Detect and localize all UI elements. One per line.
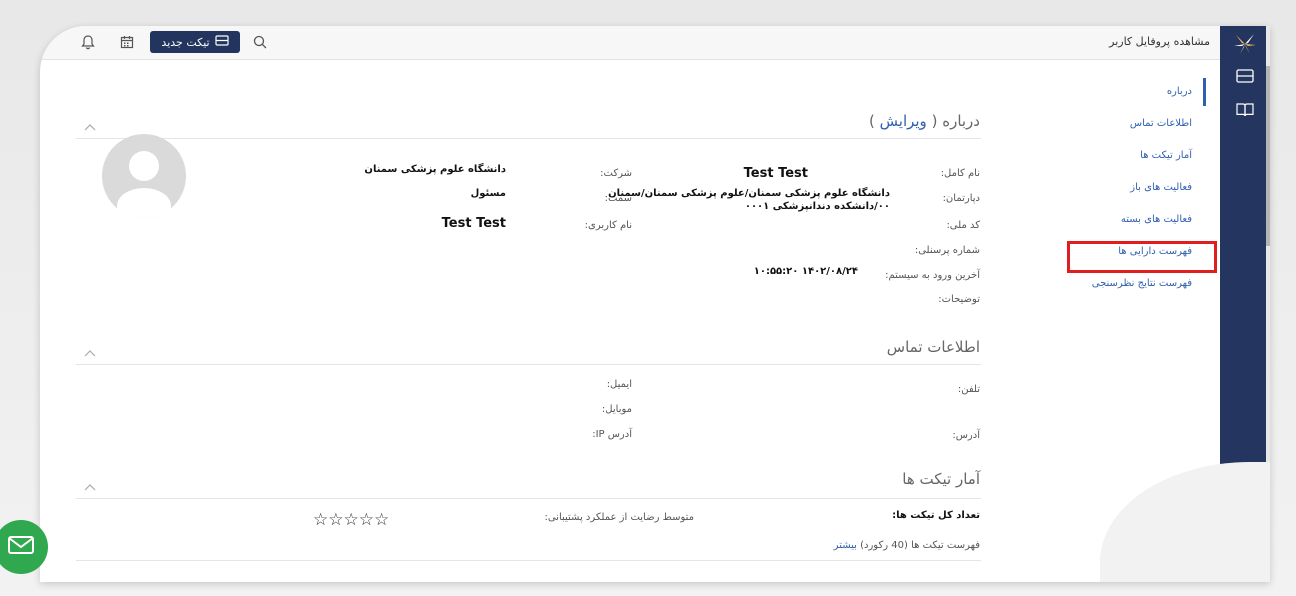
- sidebar-item-closed-activities[interactable]: فعالیت های بسته: [1056, 204, 1206, 236]
- chevron-up-icon[interactable]: [84, 116, 96, 131]
- company-value: دانشگاه علوم پزشکی سمنان: [364, 164, 506, 175]
- position-label: سمت:: [604, 193, 632, 204]
- total-tickets-label: تعداد کل تیکت ها:: [892, 510, 980, 521]
- phone-label: تلفن:: [957, 384, 980, 395]
- email-label: ایمیل:: [606, 379, 632, 390]
- national-id-label: کد ملی:: [946, 220, 980, 231]
- divider: [76, 498, 981, 499]
- chevron-up-icon[interactable]: [84, 342, 96, 357]
- notes-label: توضیحات:: [938, 294, 980, 305]
- more-link[interactable]: بیشتر: [834, 540, 857, 551]
- calendar-icon[interactable]: [120, 34, 134, 49]
- app-logo[interactable]: [1232, 32, 1258, 56]
- assets-highlight-box: [1067, 241, 1217, 273]
- company-label: شرکت:: [600, 168, 632, 179]
- edit-link[interactable]: ویرایش: [880, 112, 927, 130]
- divider: [76, 364, 981, 365]
- ticket-list-summary: فهرست تیکت ها (40 رکورد) بیشتر: [834, 540, 980, 551]
- department-label: دپارتمان:: [942, 193, 980, 204]
- ticket-list-text: فهرست تیکت ها (40 رکورد): [860, 540, 980, 551]
- bell-icon[interactable]: [81, 34, 95, 50]
- divider: [76, 138, 981, 139]
- mobile-label: موبایل:: [601, 404, 632, 415]
- department-value-line2: ۰۰/دانشکده دندانپزشکی ۰۰۰۱: [744, 201, 890, 212]
- position-value: مسئول: [470, 188, 506, 199]
- top-bar: تیکت جدید مشاهده پروفایل کاربر: [40, 26, 1220, 60]
- last-login-value: ۱۴۰۲/۰۸/۲۴ ۱۰:۵۵:۲۰: [753, 266, 858, 277]
- search-icon[interactable]: [252, 34, 268, 50]
- page-title: مشاهده پروفایل کاربر: [1109, 35, 1210, 48]
- profile-main: درباره ( ویرایش ) نام کامل: Test Test دپ…: [40, 60, 1040, 582]
- sidebar-item-ticket-stats[interactable]: آمار تیکت ها: [1056, 140, 1206, 172]
- personnel-number-label: شماره پرسنلی:: [914, 245, 980, 256]
- new-ticket-label: تیکت جدید: [161, 35, 210, 49]
- department-value-line1: دانشگاه علوم پزشکی سمنان/علوم پزشکی سمنا…: [608, 188, 890, 199]
- sidebar-item-contact[interactable]: اطلاعات تماس: [1056, 108, 1206, 140]
- full-name-value: Test Test: [743, 166, 808, 181]
- username-value: Test Test: [441, 216, 506, 231]
- rating-stars: ☆☆☆☆☆: [313, 510, 390, 530]
- app-window: تیکت جدید مشاهده پروفایل کاربر درباره ( …: [40, 26, 1270, 582]
- satisfaction-label: متوسط رضایت از عملکرد پشتیبانی:: [544, 512, 694, 523]
- about-title-close: ): [869, 112, 875, 130]
- last-login-label: آخرین ورود به سیستم:: [885, 270, 980, 281]
- about-title-text: درباره (: [931, 112, 980, 130]
- sidebar-item-about[interactable]: درباره: [1056, 76, 1206, 108]
- ticket-icon[interactable]: [1236, 68, 1254, 83]
- ticket-icon: [214, 35, 229, 49]
- avatar: [102, 134, 186, 218]
- divider: [76, 560, 981, 561]
- chevron-up-icon[interactable]: [84, 476, 96, 491]
- new-ticket-button[interactable]: تیکت جدید: [150, 31, 240, 53]
- sidebar-item-open-activities[interactable]: فعالیت های باز: [1056, 172, 1206, 204]
- ip-address-label: آدرس IP:: [592, 429, 632, 440]
- envelope-icon: [8, 536, 34, 558]
- username-label: نام کاربری:: [584, 220, 632, 231]
- contact-section-title: اطلاعات تماس: [886, 338, 980, 356]
- frame-curve: [1100, 462, 1270, 582]
- tickets-section-title: آمار تیکت ها: [902, 470, 980, 488]
- address-label: آدرس:: [952, 430, 980, 441]
- book-icon[interactable]: [1236, 102, 1254, 118]
- scrollbar-thumb[interactable]: [1266, 66, 1270, 246]
- full-name-label: نام کامل:: [940, 168, 980, 179]
- about-section-title: درباره ( ویرایش ): [869, 112, 980, 130]
